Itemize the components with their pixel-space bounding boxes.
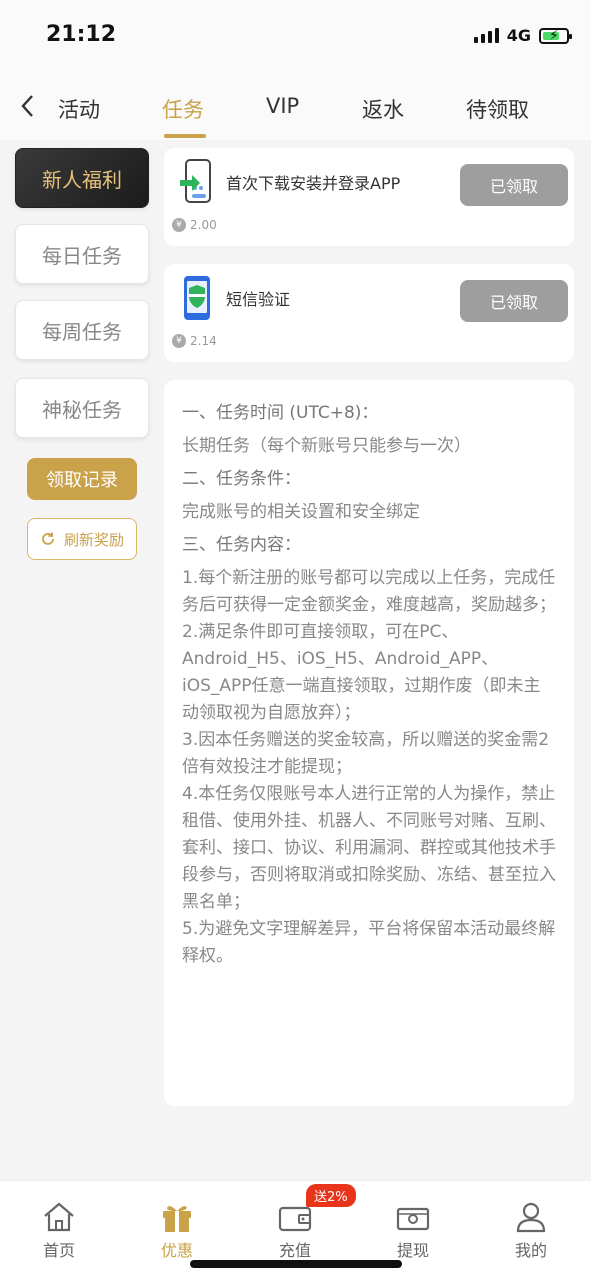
rules-text-time: 长期任务（每个新账号只能参与一次） [182, 436, 471, 456]
rules-item: 3.因本任务赠送的奖金较高，所以赠送的奖金需2倍有效投注才能提现； [182, 730, 550, 777]
battery-icon: ⚡ [539, 27, 572, 44]
top-tab-bar: 活动 任务 VIP 返水 待领取 [0, 72, 591, 140]
gift-icon [163, 1206, 191, 1232]
deposit-promo-badge: 送2% [306, 1184, 356, 1207]
task-title: 短信验证 [226, 290, 291, 309]
claimed-button[interactable]: 已领取 [460, 164, 568, 206]
claim-record-button[interactable]: 领取记录 [27, 458, 137, 500]
task-reward: ¥ 2.00 [172, 218, 217, 232]
reward-amount: 2.00 [190, 218, 217, 232]
shield-phone-icon [184, 276, 210, 320]
task-card: 短信验证 已领取 ¥ 2.14 [164, 264, 574, 362]
task-title: 首次下载安装并登录APP [226, 174, 401, 193]
rules-heading-content: 三、任务内容： [182, 535, 301, 555]
rules-item: 4.本任务仅限账号本人进行正常的人为操作，禁止租借、使用外挂、机器人、不同账号对… [182, 784, 556, 912]
task-rules-panel: 一、任务时间 (UTC+8)： 长期任务（每个新账号只能参与一次） 二、任务条件… [164, 380, 574, 1106]
rules-text-conditions: 完成账号的相关设置和安全绑定 [182, 502, 420, 522]
status-bar: 21:12 4G ⚡ [0, 0, 591, 72]
status-time: 21:12 [46, 22, 117, 47]
status-indicators: 4G ⚡ [473, 26, 572, 45]
side-item-mystery[interactable]: 神秘任务 [15, 378, 149, 438]
reward-amount: 2.14 [190, 334, 217, 348]
tab-pending[interactable]: 待领取 [466, 94, 529, 124]
rules-item: 1.每个新注册的账号都可以完成以上任务，完成任务后可获得一定金额奖金，难度越高，… [182, 568, 556, 615]
active-tab-indicator [164, 134, 206, 138]
refresh-reward-button[interactable]: 刷新奖励 [27, 518, 137, 560]
side-item-weekly[interactable]: 每周任务 [15, 300, 149, 360]
refresh-label: 刷新奖励 [63, 530, 124, 549]
nav-deposit[interactable]: 充值 [260, 1201, 330, 1261]
tab-rebate[interactable]: 返水 [362, 94, 404, 124]
nav-home[interactable]: 首页 [24, 1201, 94, 1261]
home-icon [44, 1202, 74, 1232]
side-item-newbie[interactable]: 新人福利 [15, 148, 149, 208]
rules-item: 2.满足条件即可直接领取，可在PC、Android_H5、iOS_H5、Andr… [182, 622, 541, 723]
app-download-icon [180, 159, 211, 203]
rules-heading-time: 一、任务时间 (UTC+8)： [182, 403, 379, 423]
nav-home-label: 首页 [42, 1241, 75, 1260]
back-arrow-icon[interactable] [18, 92, 38, 120]
coin-icon: ¥ [172, 334, 186, 348]
tab-vip[interactable]: VIP [266, 94, 299, 118]
nav-withdraw-label: 提现 [396, 1241, 429, 1260]
home-indicator [190, 1260, 402, 1268]
nav-deposit-label: 充值 [278, 1241, 311, 1260]
rules-item: 5.为避免文字理解差异，平台将保留本活动最终解释权。 [182, 919, 556, 966]
rules-heading-conditions: 二、任务条件： [182, 469, 301, 489]
nav-promotions-label: 优惠 [160, 1241, 193, 1260]
nav-profile-label: 我的 [514, 1241, 547, 1260]
user-icon [516, 1202, 546, 1233]
nav-withdraw[interactable]: 提现 [378, 1201, 448, 1261]
nav-profile[interactable]: 我的 [496, 1201, 566, 1261]
side-menu: 新人福利 每日任务 每周任务 神秘任务 领取记录 刷新奖励 [0, 140, 164, 1180]
side-item-daily[interactable]: 每日任务 [15, 224, 149, 284]
tab-activity[interactable]: 活动 [58, 94, 100, 124]
signal-icon [473, 28, 499, 43]
tab-tasks[interactable]: 任务 [162, 94, 204, 124]
network-label: 4G [506, 26, 531, 45]
coin-icon: ¥ [172, 218, 186, 232]
task-reward: ¥ 2.14 [172, 334, 217, 348]
claimed-button[interactable]: 已领取 [460, 280, 568, 322]
task-card: 首次下载安装并登录APP 已领取 ¥ 2.00 [164, 148, 574, 246]
cash-icon [396, 1207, 430, 1231]
refresh-icon [42, 532, 54, 545]
nav-promotions[interactable]: 优惠 [142, 1201, 212, 1261]
